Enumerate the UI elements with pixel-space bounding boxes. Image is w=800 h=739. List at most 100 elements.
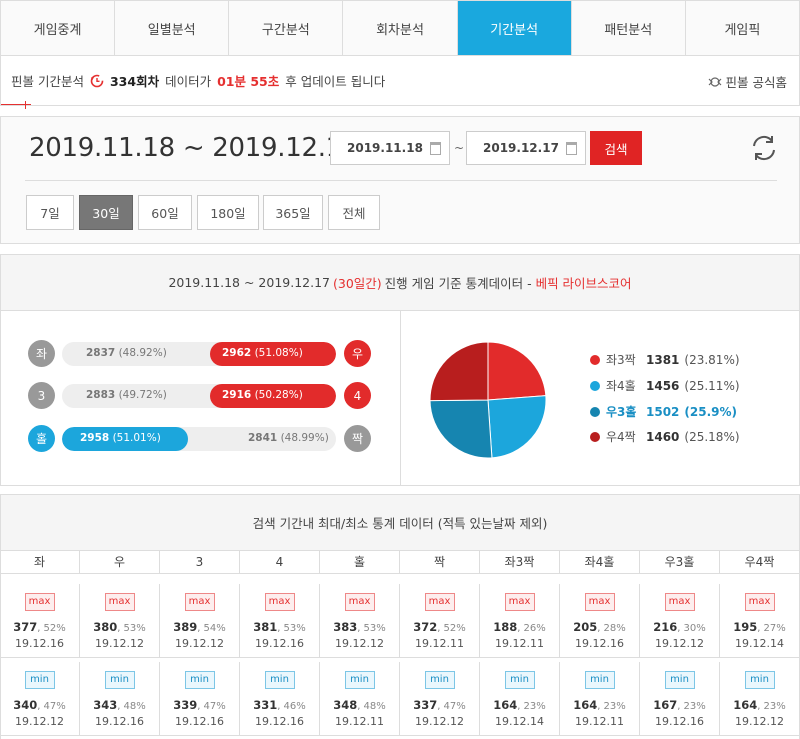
max-count: 195 [733, 620, 758, 634]
right-count-text: 2962 (51.08%) [222, 347, 303, 359]
min-count: 164 [733, 698, 758, 712]
legend-dot-icon [590, 354, 600, 365]
pie-slice-1 [487, 395, 547, 459]
legend-label: 우3홀 [606, 405, 637, 419]
date-separator: ~ [454, 141, 465, 155]
right-percent: (48.99%) [280, 432, 329, 444]
max-tag: max [104, 593, 135, 611]
max-count: 205 [573, 620, 598, 634]
max-value: 372, 52% [400, 620, 479, 634]
tab-2[interactable]: 구간분석 [229, 1, 344, 55]
update-info-bar: 핀볼 기간분석 334회차 데이터가 01분 55초 후 업데이트 됩니다 핀볼… [0, 56, 800, 109]
refresh-icon[interactable] [749, 133, 779, 163]
column-header: 짝 [400, 550, 480, 574]
stats-days: (30일간) [333, 276, 382, 291]
max-count: 381 [253, 620, 278, 634]
right-count-text: 2916 (50.28%) [222, 389, 303, 401]
max-count: 383 [333, 620, 358, 634]
left-outcome-badge: 홀 [28, 425, 55, 452]
tab-6[interactable]: 게임픽 [686, 1, 799, 55]
period-button-0[interactable]: 7일 [26, 195, 74, 230]
min-tag: min [24, 671, 55, 689]
calendar-icon [566, 142, 577, 155]
right-outcome-badge: 짝 [344, 425, 371, 452]
min-value: 331, 46% [240, 698, 319, 712]
max-tag: max [744, 593, 775, 611]
min-tag: min [184, 671, 215, 689]
min-count: 167 [653, 698, 678, 712]
max-count: 380 [93, 620, 118, 634]
max-cell: max 372, 52% 19.12.11 [400, 584, 480, 658]
min-tag: min [424, 671, 455, 689]
left-count: 2883 [86, 389, 116, 401]
column-header: 3 [160, 550, 240, 574]
left-outcome-badge: 3 [28, 382, 55, 409]
min-date: 19.12.16 [95, 715, 144, 728]
period-button-5[interactable]: 전체 [328, 195, 380, 230]
min-date: 19.12.11 [335, 715, 384, 728]
legend-count: 1502 [646, 404, 680, 419]
column-header: 좌 [0, 550, 80, 574]
max-cell: max 205, 28% 19.12.16 [560, 584, 640, 658]
min-cell: min 340, 47% 19.12.12 [0, 662, 80, 736]
min-value: 337, 47% [400, 698, 479, 712]
right-outcome-badge: 우 [344, 340, 371, 367]
tab-3[interactable]: 회차분석 [343, 1, 458, 55]
start-date-input[interactable]: 2019.11.18 [330, 131, 450, 165]
min-value: 339, 47% [160, 698, 239, 712]
column-header: 우3홀 [640, 550, 720, 574]
end-date-input[interactable]: 2019.12.17 [466, 131, 586, 165]
period-button-3[interactable]: 180일 [197, 195, 259, 230]
max-percent: , 28% [597, 623, 626, 634]
tab-1[interactable]: 일별분석 [115, 1, 230, 55]
max-date: 19.12.12 [95, 637, 144, 650]
max-count: 188 [493, 620, 518, 634]
max-date: 19.12.16 [575, 637, 624, 650]
min-cell: min 331, 46% 19.12.16 [240, 662, 320, 736]
ratio-bar: 2883 (49.72%) 2916 (50.28%) [62, 384, 336, 408]
tab-5[interactable]: 패턴분석 [572, 1, 686, 55]
period-button-4[interactable]: 365일 [263, 195, 323, 230]
min-date: 19.12.16 [655, 715, 704, 728]
legend-dot-icon [590, 431, 600, 442]
stats-description: 진행 게임 기준 통계데이터 - [384, 276, 532, 291]
tab-0[interactable]: 게임중계 [1, 1, 116, 55]
countdown-time: 01분 55초 [217, 74, 280, 89]
period-button-1[interactable]: 30일 [79, 195, 133, 230]
legend-percent: (25.18%) [684, 429, 740, 444]
divider [400, 311, 401, 486]
max-tag: max [184, 593, 215, 611]
min-value: 164, 23% [560, 698, 639, 712]
min-cell: min 164, 23% 19.12.12 [720, 662, 800, 736]
min-value: 348, 48% [320, 698, 399, 712]
pie-legend-item: 좌3짝 1381 (23.81%) [590, 351, 740, 368]
tab-4[interactable]: 기간분석 [457, 1, 572, 55]
min-tag: min [504, 671, 535, 689]
official-home-link[interactable]: 핀볼 공식홈 [708, 72, 787, 91]
min-percent: , 48% [357, 701, 386, 712]
max-date: 19.12.12 [335, 637, 384, 650]
min-percent: , 47% [437, 701, 466, 712]
min-percent: , 48% [117, 701, 146, 712]
divider [25, 180, 777, 181]
right-count: 2962 [222, 347, 252, 359]
max-count: 377 [13, 620, 38, 634]
search-button[interactable]: 검색 [590, 131, 642, 165]
info-mid: 데이터가 [165, 74, 212, 89]
stats-brand: 베픽 라이브스코어 [535, 276, 632, 291]
left-count: 2837 [86, 347, 116, 359]
max-date: 19.12.11 [415, 637, 464, 650]
max-cell: max 381, 53% 19.12.16 [240, 584, 320, 658]
min-count: 164 [573, 698, 598, 712]
right-percent: (50.28%) [254, 389, 303, 401]
combination-pie-chart [429, 341, 547, 459]
max-tag: max [584, 593, 615, 611]
date-search-panel: 2019.11.18 ~ 2019.12.17 2019.11.18 ~ 201… [0, 116, 800, 244]
min-percent: , 47% [197, 701, 226, 712]
min-tag: min [264, 671, 295, 689]
min-percent: , 23% [597, 701, 626, 712]
min-value: 164, 23% [720, 698, 799, 712]
period-button-2[interactable]: 60일 [138, 195, 192, 230]
legend-label: 좌3짝 [606, 353, 636, 367]
ratio-row: 3 2883 (49.72%) 2916 (50.28%) 4 [28, 382, 371, 410]
